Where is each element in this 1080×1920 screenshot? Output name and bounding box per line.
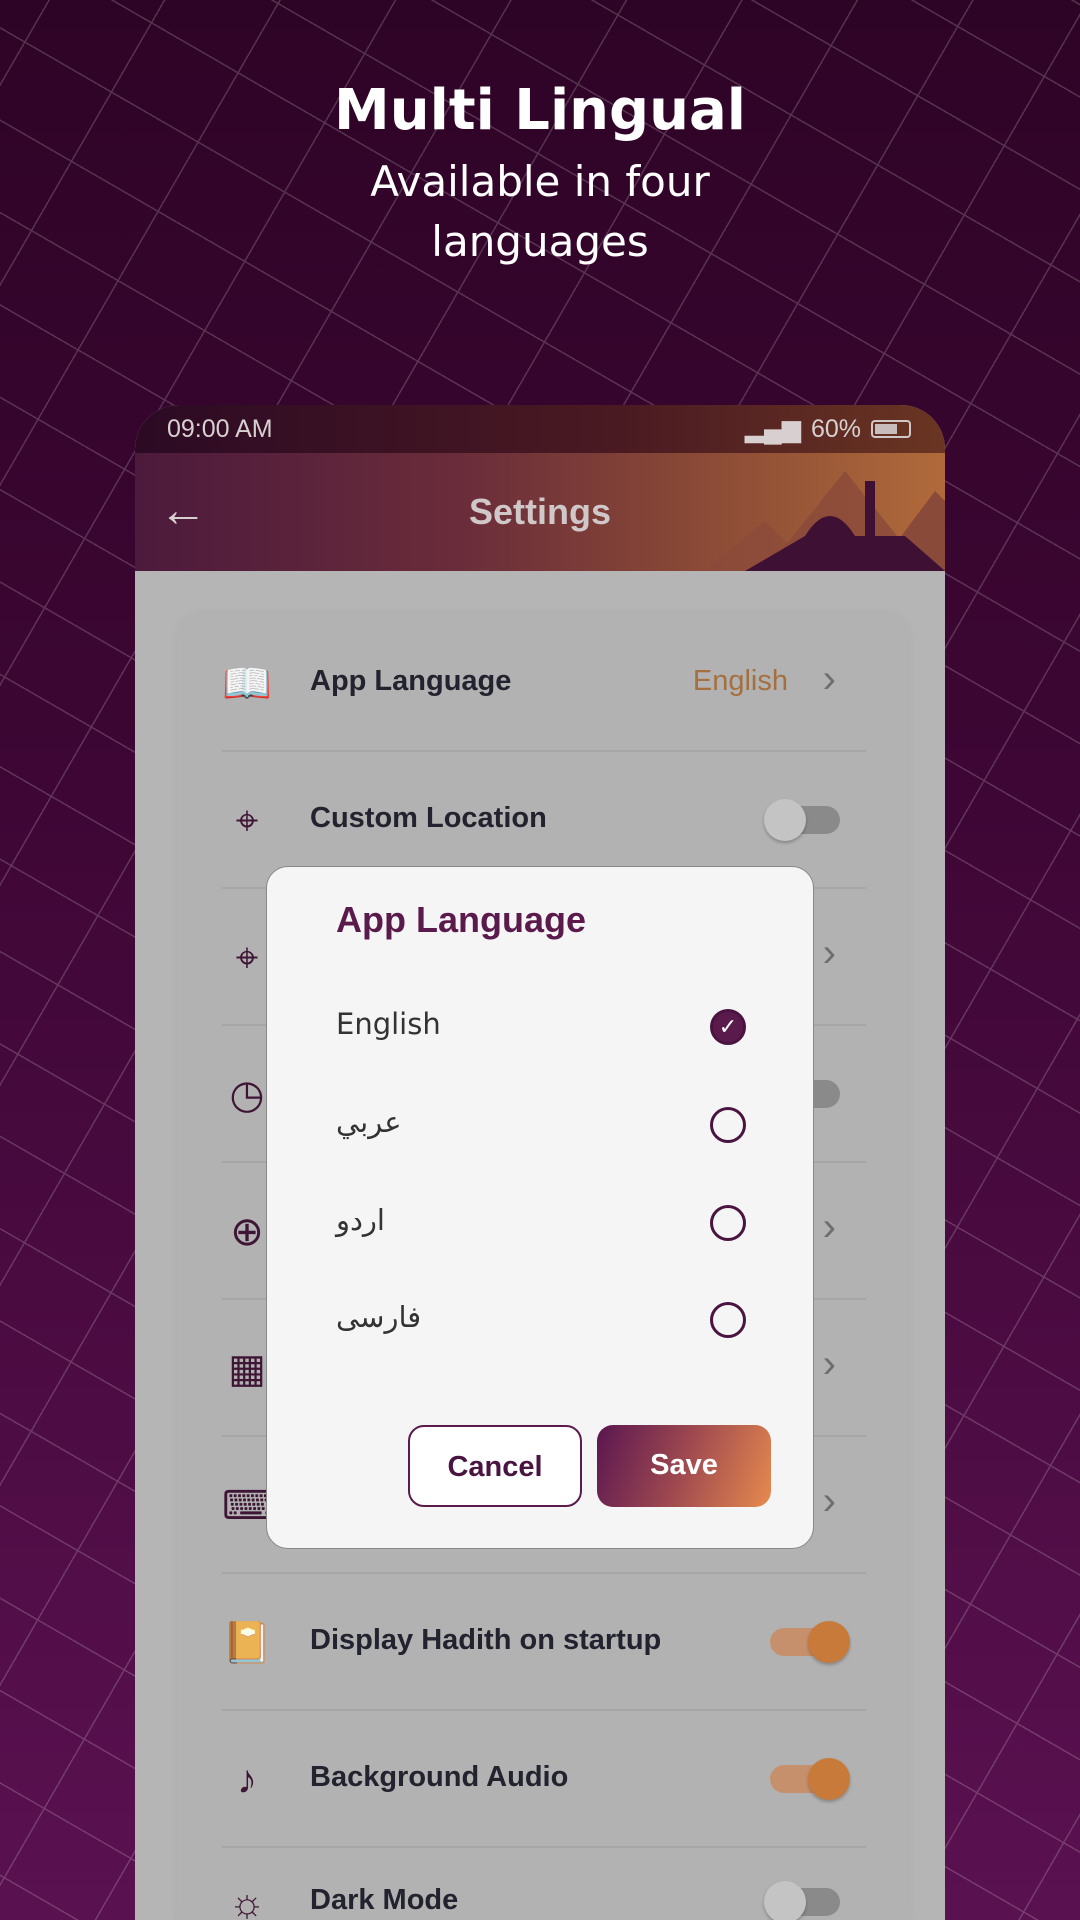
chevron-right-icon: › — [822, 1205, 836, 1249]
hero-subtitle: Available in four languages — [370, 157, 710, 266]
music-note-icon: ♪ — [237, 1758, 257, 1802]
custom-location-toggle[interactable] — [764, 799, 840, 841]
language-option-arabic[interactable]: عربي — [336, 1095, 746, 1155]
app-header: ← Settings — [135, 453, 945, 571]
radio-unchecked-icon[interactable] — [710, 1205, 746, 1241]
setting-label: App Language — [310, 665, 512, 697]
status-time: 09:00 AM — [167, 414, 273, 443]
setting-value: English — [692, 665, 788, 697]
status-bar: 09:00 AM ▂▄▆ 60% — [135, 405, 945, 453]
location-pin-icon: ⌖ — [235, 799, 259, 843]
chevron-right-icon: › — [822, 1479, 836, 1523]
setting-label: Custom Location — [310, 802, 547, 834]
calendar-icon: ▦ — [228, 1347, 266, 1391]
save-button[interactable]: Save — [597, 1425, 771, 1507]
setting-background-audio[interactable]: ♪ Background Audio — [222, 1711, 866, 1848]
radio-unchecked-icon[interactable] — [710, 1302, 746, 1338]
battery-percent: 60% — [810, 414, 861, 443]
setting-label: Display Hadith on startup — [310, 1624, 662, 1656]
chevron-right-icon: › — [822, 657, 836, 701]
cancel-button[interactable]: Cancel — [408, 1425, 582, 1507]
signal-icon: ▂▄▆ — [744, 415, 801, 443]
setting-dark-mode[interactable]: ☼ Dark Mode — [222, 1848, 866, 1920]
setting-display-hadith[interactable]: 📔 Display Hadith on startup — [222, 1574, 866, 1711]
setting-app-language[interactable]: 📖 App Language English › — [222, 615, 866, 752]
battery-icon — [871, 420, 911, 438]
setting-label: Dark Mode — [310, 1884, 459, 1916]
mosque-illustration-icon — [705, 471, 945, 571]
chevron-right-icon: › — [822, 1342, 836, 1386]
keyboard-icon: ⌨ — [222, 1484, 280, 1528]
book-icon: 📖 — [222, 662, 272, 706]
option-label: عربي — [336, 1105, 402, 1139]
setting-label: Background Audio — [310, 1761, 569, 1793]
hadith-book-icon: 📔 — [222, 1621, 272, 1665]
radio-checked-icon[interactable]: ✓ — [710, 1009, 746, 1045]
language-option-urdu[interactable]: اردو — [336, 1193, 746, 1253]
language-option-farsi[interactable]: فارسی — [336, 1290, 746, 1350]
option-label: فارسی — [336, 1300, 422, 1334]
dark-mode-toggle[interactable] — [764, 1881, 840, 1920]
option-label: اردو — [336, 1203, 385, 1237]
background-audio-toggle[interactable] — [770, 1758, 850, 1800]
option-label: English — [336, 1007, 441, 1041]
dialog-title: App Language — [336, 899, 586, 940]
clock-icon: ◷ — [229, 1073, 265, 1117]
radio-unchecked-icon[interactable] — [710, 1107, 746, 1143]
chevron-right-icon: › — [822, 931, 836, 975]
location-pin-icon: ⌖ — [235, 936, 259, 980]
alarm-add-icon: ⊕ — [230, 1210, 264, 1254]
app-language-dialog: App Language English ✓ عربي اردو فارسی C… — [266, 866, 814, 1549]
hero-title: Multi Lingual — [334, 78, 746, 143]
language-option-english[interactable]: English ✓ — [336, 997, 746, 1057]
display-hadith-toggle[interactable] — [770, 1621, 850, 1663]
sun-icon: ☼ — [228, 1881, 266, 1920]
